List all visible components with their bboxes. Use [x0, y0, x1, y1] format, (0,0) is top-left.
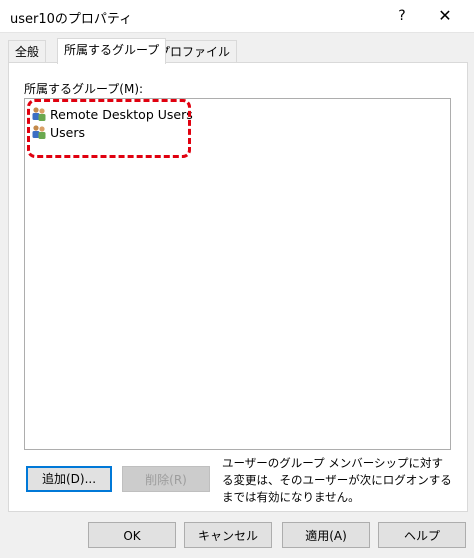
list-item[interactable]: Users	[31, 124, 85, 142]
membership-note: ユーザーのグループ メンバーシップに対する変更は、そのユーザーが次にログオンする…	[222, 456, 452, 504]
help-icon[interactable]: ?	[390, 4, 414, 28]
ok-button[interactable]: OK	[88, 522, 176, 548]
list-item-label: Remote Desktop Users	[50, 107, 193, 122]
list-item-label: Users	[50, 125, 86, 140]
remove-button[interactable]: 削除(R)	[122, 466, 210, 492]
tab-general[interactable]: 全般	[8, 40, 47, 63]
help-button[interactable]: ヘルプ	[378, 522, 466, 548]
window-title: user10のプロパティ	[10, 12, 133, 27]
add-button[interactable]: 追加(D)...	[26, 466, 112, 492]
cancel-button[interactable]: キャンセル	[184, 522, 272, 548]
title-bar: user10のプロパティ ? ✕	[0, 0, 474, 33]
tab-member-of[interactable]: 所属するグループ	[57, 38, 167, 64]
group-icon	[31, 124, 47, 140]
list-item[interactable]: Remote Desktop Users	[31, 106, 193, 124]
group-list-label: 所属するグループ(M):	[24, 82, 144, 96]
group-listbox[interactable]: Remote Desktop Users Users	[24, 98, 451, 450]
close-icon[interactable]: ✕	[428, 4, 462, 28]
apply-button[interactable]: 適用(A)	[282, 522, 370, 548]
group-icon	[31, 106, 47, 122]
